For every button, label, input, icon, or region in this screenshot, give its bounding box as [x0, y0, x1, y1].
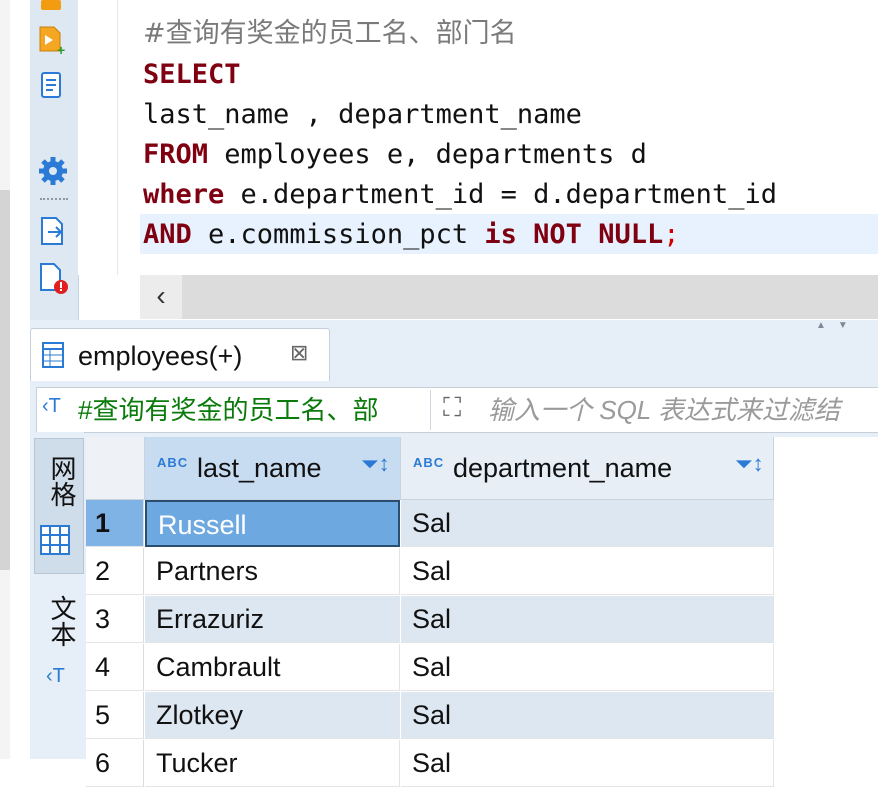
- semicolon: ;: [663, 219, 680, 250]
- export-icon[interactable]: [38, 215, 68, 249]
- tab-label: employees(+): [78, 341, 243, 371]
- code-line-and[interactable]: AND e.commission_pct is NOT NULL;: [143, 215, 680, 255]
- code-line-columns[interactable]: last_name , department_name: [143, 95, 582, 135]
- cell-department-name[interactable]: Sal: [401, 596, 774, 643]
- keyword-not: NOT: [533, 219, 582, 250]
- panel-maximize-arrows-icon[interactable]: ▲▼: [816, 320, 866, 332]
- cell-department-name[interactable]: Sal: [401, 548, 774, 595]
- keyword-from: FROM: [143, 139, 209, 170]
- table-list: employees e, departments d: [208, 139, 647, 170]
- table-row[interactable]: 5 Zlotkey Sal: [86, 692, 878, 740]
- cell-last-name[interactable]: Tucker: [145, 740, 400, 787]
- row-number: 5: [86, 692, 144, 739]
- keyword-is: is: [484, 219, 517, 250]
- join-condition: e.department_id = d.department_id: [224, 179, 777, 210]
- code-line-select[interactable]: SELECT: [143, 55, 241, 95]
- run-icon[interactable]: [37, 0, 67, 14]
- column-header-last-name[interactable]: ABC last_name ⏷↕: [145, 437, 401, 500]
- row-number-header[interactable]: [86, 437, 145, 500]
- keyword-and: AND: [143, 219, 192, 250]
- filter-separator: [430, 390, 431, 430]
- scroll-left-arrow-icon[interactable]: ‹: [140, 275, 182, 319]
- cell-department-name[interactable]: Sal: [401, 644, 774, 691]
- row-number: 4: [86, 644, 144, 691]
- keyword-select: SELECT: [143, 59, 241, 90]
- filter-sort-icon[interactable]: ⏷↕: [735, 451, 764, 477]
- keyword-where: where: [143, 179, 225, 210]
- row-number: 1: [86, 500, 144, 547]
- filter-query-text[interactable]: #查询有奖金的员工名、部: [78, 390, 430, 430]
- table-row[interactable]: 4 Cambrault Sal: [86, 644, 878, 692]
- row-number: 3: [86, 596, 144, 643]
- horizontal-scrollbar[interactable]: [140, 275, 878, 319]
- string-type-icon: ABC: [157, 455, 189, 470]
- svg-text:+: +: [57, 42, 65, 56]
- code-line-where[interactable]: where e.department_id = d.department_id: [143, 175, 777, 215]
- outer-panel-strip: [0, 0, 10, 759]
- expand-icon[interactable]: ⛶: [443, 392, 461, 424]
- row-number: 6: [86, 740, 144, 787]
- keyword-null: NULL: [598, 219, 664, 250]
- text-view-icon: ‹T: [46, 665, 65, 687]
- tab-text-view[interactable]: 文本: [44, 595, 81, 647]
- toolbar-separator: [40, 198, 68, 200]
- table-row[interactable]: 3 Errazuriz Sal: [86, 596, 878, 644]
- page-error-icon[interactable]: [38, 262, 70, 296]
- gear-icon[interactable]: [37, 155, 69, 187]
- cell-last-name[interactable]: Cambrault: [145, 644, 400, 691]
- table-row[interactable]: 2 Partners Sal: [86, 548, 878, 596]
- grid-view-label: 网格: [47, 455, 77, 507]
- string-type-icon: ABC: [413, 455, 445, 470]
- column-name: department_name: [453, 453, 673, 483]
- gutter-divider: [117, 0, 118, 275]
- grid-icon: [40, 525, 70, 555]
- commission-column: e.commission_pct: [191, 219, 485, 250]
- filter-input[interactable]: 输入一个 SQL 表达式来过滤结: [488, 390, 840, 430]
- column-header-department-name[interactable]: ABC department_name ⏷↕: [401, 437, 774, 500]
- close-icon[interactable]: ⊠: [290, 340, 308, 366]
- execute-script-icon[interactable]: +: [36, 24, 68, 56]
- column-name: last_name: [197, 453, 322, 483]
- cell-last-name[interactable]: Russell: [145, 500, 400, 547]
- table-row[interactable]: 6 Tucker Sal: [86, 740, 878, 788]
- text-filter-icon[interactable]: ‹T: [42, 395, 61, 418]
- column-list: last_name , department_name: [143, 99, 582, 130]
- cell-last-name[interactable]: Zlotkey: [145, 692, 400, 739]
- cell-last-name[interactable]: Partners: [145, 548, 400, 595]
- editor-toolbar: +: [30, 0, 79, 320]
- code-line-from[interactable]: FROM employees e, departments d: [143, 135, 647, 175]
- script-page-icon[interactable]: [38, 70, 66, 102]
- filter-sort-icon[interactable]: ⏷↕: [361, 451, 390, 477]
- row-number: 2: [86, 548, 144, 595]
- cell-last-name[interactable]: Errazuriz: [145, 596, 400, 643]
- table-row[interactable]: 1 Russell Sal: [86, 500, 878, 548]
- cell-department-name[interactable]: Sal: [401, 500, 774, 547]
- code-line-comment[interactable]: #查询有奖金的员工名、部门名: [143, 14, 517, 54]
- cell-department-name[interactable]: Sal: [401, 692, 774, 739]
- sql-comment: #查询有奖金的员工名、部门名: [143, 18, 517, 49]
- editor-gutter: [78, 0, 140, 275]
- cell-department-name[interactable]: Sal: [401, 740, 774, 787]
- table-icon: [42, 342, 64, 368]
